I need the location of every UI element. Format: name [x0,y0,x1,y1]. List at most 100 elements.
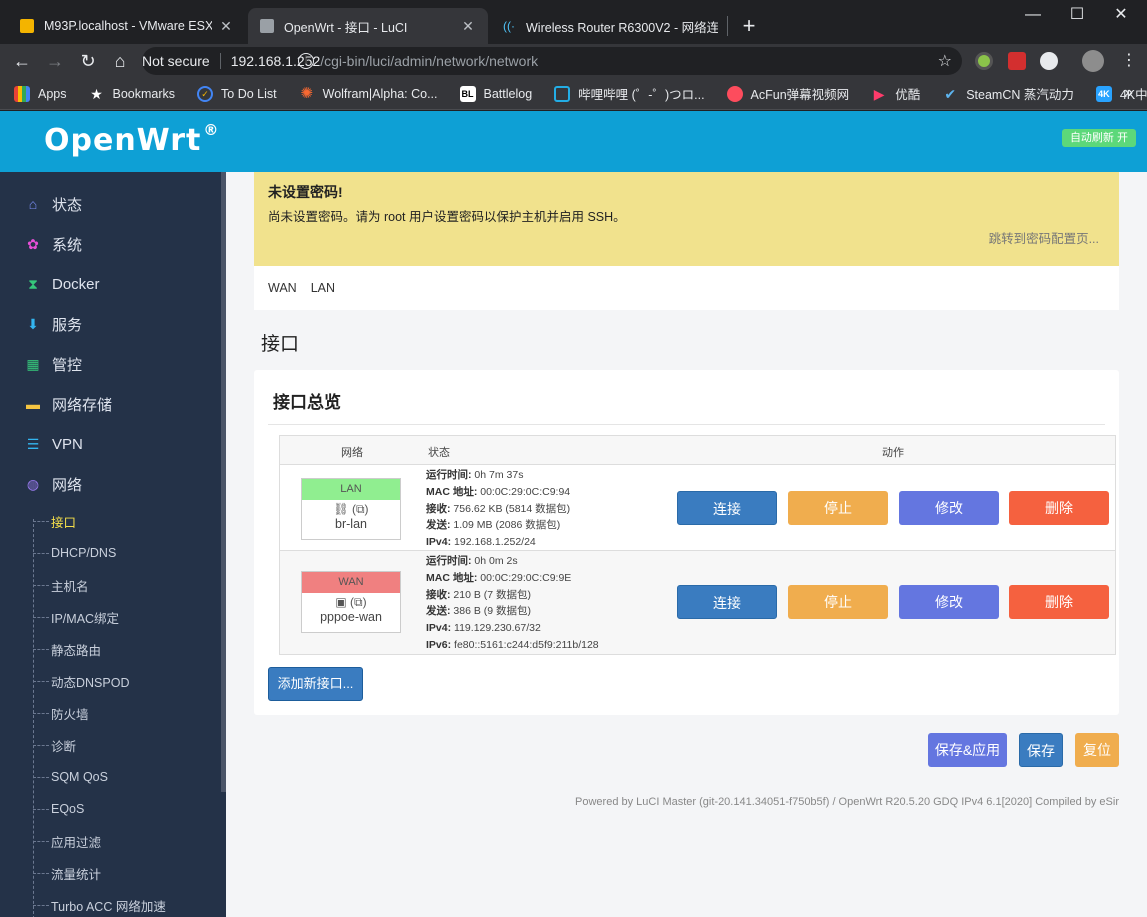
delete-button[interactable]: 删除 [1009,585,1109,619]
sidebar-sub-sqm[interactable]: SQM QoS [33,761,213,793]
password-alert: 未设置密码! 尚未设置密码。请为 root 用户设置密码以保护主机并启用 SSH… [254,172,1119,266]
sidebar-sub-hostnames[interactable]: 主机名 [33,569,213,601]
wifi-icon: ((· [503,19,515,33]
maximize-button[interactable]: ☐ [1062,4,1092,26]
save-button[interactable]: 保存 [1019,733,1063,767]
sidebar-sub-dnspod[interactable]: 动态DNSPOD [33,665,213,697]
sidebar-item-system[interactable]: ✿ 系统 [0,224,222,264]
sidebar-sub-label: 流量统计 [51,867,102,882]
alert-title: 未设置密码! [268,184,343,200]
edit-button[interactable]: 修改 [899,491,999,525]
back-icon[interactable]: ← [9,48,35,74]
sidebar-sub-eqos[interactable]: EQoS [33,793,213,825]
close-icon[interactable]: ✕ [460,18,476,35]
info-icon[interactable]: i [298,53,314,69]
bookmark-4k[interactable]: 4K4K中国论坛 [1095,84,1147,103]
avatar[interactable] [1082,50,1104,72]
sidebar: ⌂ 状态 ✿ 系统 ⧗ Docker ⬇ 服务 ▦ 管控 ▬ 网络存储 ☰ VPN ◍ 网络 接… [0,172,226,917]
stop-button[interactable]: 停止 [788,585,888,619]
bookmark-wolfram[interactable]: ✺ Wolfram|Alpha: Co... [299,85,437,102]
tree-dash [33,616,49,618]
interface-device: pppoe-wan [320,610,382,624]
password-config-link[interactable]: 跳转到密码配置页... [989,228,1099,247]
star-icon[interactable]: ☆ [938,51,952,71]
sidebar-sub-label: 静态路由 [51,643,102,658]
sidebar-sub-routes[interactable]: 静态路由 [33,633,213,665]
bookmark-youku[interactable]: ▶ 优酷 [871,84,920,103]
check-icon: ✓ [197,85,214,102]
autorefresh-badge[interactable]: 自动刷新 开 [1061,129,1136,147]
close-icon[interactable]: ✕ [218,18,234,35]
extension-icon[interactable] [975,52,993,70]
address-bar[interactable]: i Not secure 192.168.1.252 /cgi-bin/luci… [142,47,962,75]
info-key: MAC 地址: [426,571,478,584]
bookmark-acfun[interactable]: AcFun弹幕视频网 [726,84,849,103]
sidebar-item-vpn[interactable]: ☰ VPN [0,424,222,464]
sidebar-sub-interfaces[interactable]: 接口 [33,505,213,537]
url-path: /cgi-bin/luci/admin/network/network [320,53,539,69]
connect-button[interactable]: 连接 [677,491,777,525]
sidebar-item-control[interactable]: ▦ 管控 [0,344,222,384]
sidebar-item-status[interactable]: ⌂ 状态 [0,184,222,224]
gear-icon: ✿ [27,235,39,252]
sidebar-sub-ipmac[interactable]: IP/MAC绑定 [33,601,213,633]
tab-router[interactable]: ((· Wireless Router R6300V2 - 网络连 [490,8,730,44]
sidebar-item-network[interactable]: ◍ 网络 [0,464,222,504]
sidebar-sub-diagnostics[interactable]: 诊断 [33,729,213,761]
sidebar-sub-turboacc[interactable]: Turbo ACC 网络加速 [33,889,213,917]
home-icon[interactable]: ⌂ [107,48,133,74]
tree-dash [33,680,49,682]
new-tab-button[interactable]: + [738,12,760,40]
bookmark-bilibili[interactable]: 哔哩哔哩 (゜-゜)つロ... [554,84,705,103]
bookmark-label: SteamCN 蒸汽动力 [966,88,1074,102]
reset-button[interactable]: 复位 [1075,733,1119,767]
add-interface-button[interactable]: 添加新接口... [268,667,363,701]
bookmark-battlelog[interactable]: BL Battlelog [459,85,532,102]
bookmark-bookmarks[interactable]: ★ Bookmarks [89,86,175,102]
reload-icon[interactable]: ↻ [75,48,101,74]
sidebar-sub-traffic[interactable]: 流量统计 [33,857,213,889]
connect-button[interactable]: 连接 [677,585,777,619]
list-icon: ☰ [26,435,40,452]
page-header: OpenWrt ® 自动刷新 开 [0,111,1147,172]
bookmark-todo[interactable]: ✓ To Do List [197,85,277,102]
edit-button[interactable]: 修改 [899,585,999,619]
close-window-button[interactable]: ✕ [1106,4,1136,26]
tab-separator [727,16,728,36]
delete-button[interactable]: 删除 [1009,491,1109,525]
sidebar-sub-dhcp[interactable]: DHCP/DNS [33,537,213,569]
sidebar-item-nas[interactable]: ▬ 网络存储 [0,384,222,424]
sidebar-sub-firewall[interactable]: 防火墙 [33,697,213,729]
tab-openwrt[interactable]: OpenWrt - 接口 - LuCI ✕ [248,8,488,44]
save-apply-button[interactable]: 保存&应用 [928,733,1007,767]
tab-lan[interactable]: LAN [311,281,335,295]
minimize-button[interactable]: — [1018,4,1048,26]
info-value: 756.62 KB (5814 数据包) [453,502,571,515]
more-bookmarks-icon[interactable]: » [1124,84,1133,102]
stop-button[interactable]: 停止 [788,491,888,525]
sidebar-sub-label: EQoS [51,802,85,816]
bookmark-label: Apps [38,86,67,101]
sidebar-sub-appfilter[interactable]: 应用过滤 [33,825,213,857]
info-key: 运行时间: [426,469,472,481]
tree-dash [33,648,49,650]
info-value: 386 B (9 数据包) [453,605,532,618]
sidebar-item-docker[interactable]: ⧗ Docker [0,264,222,304]
sidebar-item-services[interactable]: ⬇ 服务 [0,304,222,344]
bookmark-steamcn[interactable]: ✔ SteamCN 蒸汽动力 [942,84,1074,103]
page: OpenWrt ® 自动刷新 开 ⌂ 状态 ✿ 系统 ⧗ Docker ⬇ 服务 ▦ 管控 … [0,111,1147,917]
brand-logo[interactable]: OpenWrt ® [44,121,219,158]
extension-icon[interactable] [1040,52,1058,70]
menu-icon[interactable]: ⋮ [1116,48,1142,74]
info-key: IPv4: [426,622,452,635]
tab-wan[interactable]: WAN [268,281,297,295]
bookmark-label: 优酷 [895,88,921,102]
forward-icon[interactable]: → [42,48,68,74]
col-actions: 动作 [882,447,904,459]
sidebar-item-label: 网络存储 [52,396,113,414]
interface-device: br-lan [335,517,367,531]
tree-dash [33,520,49,522]
tab-esxi[interactable]: M93P.localhost - VMware ESXi ✕ [8,8,246,44]
bookmark-apps[interactable]: Apps [14,85,67,102]
extension-icon[interactable] [1008,52,1026,70]
